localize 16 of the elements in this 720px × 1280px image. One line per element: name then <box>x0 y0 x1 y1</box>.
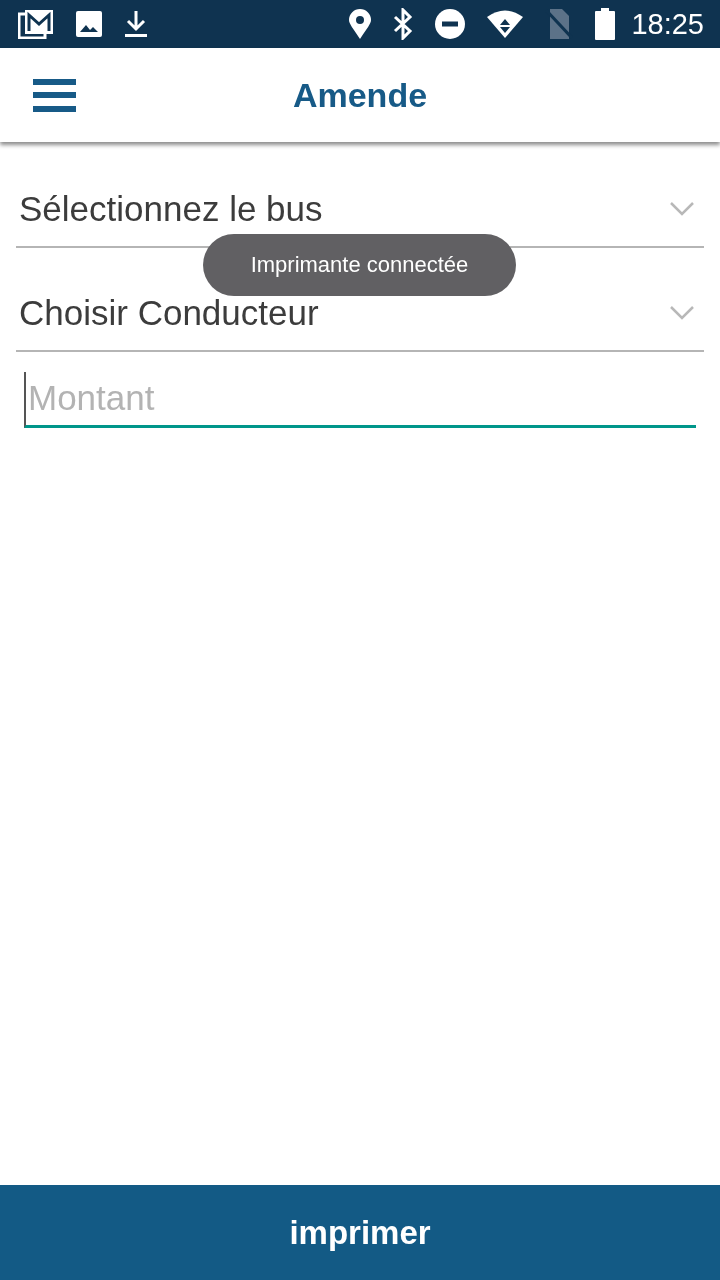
do-not-disturb-icon <box>435 9 466 39</box>
menu-icon[interactable] <box>33 78 76 112</box>
screen-title: Amende <box>291 75 429 115</box>
chevron-down-icon <box>670 202 694 216</box>
print-button[interactable]: imprimer <box>0 1185 720 1280</box>
location-icon <box>349 9 372 39</box>
amount-field[interactable]: Montant <box>24 372 696 428</box>
wifi-icon <box>487 10 524 38</box>
toast-message: Imprimante connectée <box>203 234 516 296</box>
download-icon <box>124 10 148 38</box>
battery-icon <box>595 8 616 40</box>
clock: 18:25 <box>631 7 704 41</box>
image-icon <box>76 11 102 37</box>
bluetooth-icon <box>393 8 414 40</box>
chevron-down-icon <box>670 306 694 320</box>
mail-icon <box>18 9 54 39</box>
